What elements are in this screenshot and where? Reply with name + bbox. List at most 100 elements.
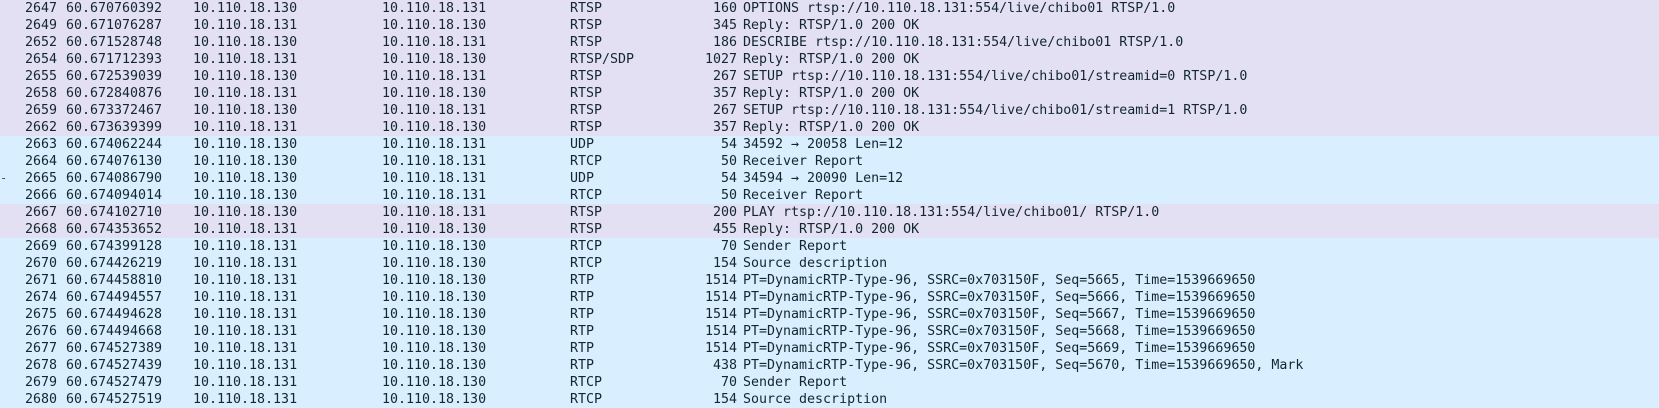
packet-destination: 10.110.18.131	[382, 103, 487, 118]
packet-info: PT=DynamicRTP-Type-96, SSRC=0x703150F, S…	[743, 341, 1256, 356]
packet-time: 60.671528748	[66, 35, 163, 50]
packet-row[interactable]: 2670 60.674426219 10.110.18.131 10.110.18.1…	[0, 255, 1659, 272]
packet-row[interactable]: 2678 60.674527439 10.110.18.131 10.110.18.1…	[0, 357, 1659, 374]
packet-time: 60.674494557	[66, 290, 163, 305]
packet-destination: 10.110.18.130	[382, 222, 487, 237]
packet-info: 34594 → 20090 Len=12	[743, 171, 904, 186]
packet-number: 2678	[24, 358, 57, 373]
packet-number: 2665	[24, 171, 57, 186]
packet-info: PT=DynamicRTP-Type-96, SSRC=0x703150F, S…	[743, 324, 1256, 339]
packet-length: 50	[720, 154, 737, 169]
packet-row[interactable]: 2680 60.674527519 10.110.18.131 10.110.18.1…	[0, 391, 1659, 408]
packet-row[interactable]: 2666 60.674094014 10.110.18.130 10.110.18.1…	[0, 187, 1659, 204]
packet-destination: 10.110.18.130	[382, 392, 487, 407]
packet-number: 2652	[24, 35, 57, 50]
packet-row[interactable]: 2659 60.673372467 10.110.18.130 10.110.18.1…	[0, 102, 1659, 119]
packet-number: 2666	[24, 188, 57, 203]
packet-info: PT=DynamicRTP-Type-96, SSRC=0x703150F, S…	[743, 307, 1256, 322]
packet-number: 2676	[24, 324, 57, 339]
packet-row[interactable]: 2654 60.671712393 10.110.18.131 10.110.18.1…	[0, 51, 1659, 68]
packet-length: 1514	[704, 273, 737, 288]
packet-row[interactable]: 2667 60.674102710 10.110.18.130 10.110.18.1…	[0, 204, 1659, 221]
packet-source: 10.110.18.130	[193, 69, 298, 84]
packet-row[interactable]: 2669 60.674399128 10.110.18.131 10.110.18.1…	[0, 238, 1659, 255]
packet-number: 2671	[24, 273, 57, 288]
packet-row[interactable]: 2668 60.674353652 10.110.18.131 10.110.18.1…	[0, 221, 1659, 238]
packet-source: 10.110.18.131	[193, 86, 298, 101]
packet-time: 60.672840876	[66, 86, 163, 101]
packet-length: 70	[720, 239, 737, 254]
packet-time: 60.674094014	[66, 188, 163, 203]
packet-time: 60.674494628	[66, 307, 163, 322]
packet-source: 10.110.18.131	[193, 375, 298, 390]
packet-time: 60.674527519	[66, 392, 163, 407]
packet-row[interactable]: 2671 60.674458810 10.110.18.131 10.110.18.1…	[0, 272, 1659, 289]
packet-row[interactable]: 2664 60.674076130 10.110.18.130 10.110.18.1…	[0, 153, 1659, 170]
packet-info: Reply: RTSP/1.0 200 OK	[743, 52, 920, 67]
packet-source: 10.110.18.130	[193, 188, 298, 203]
packet-length: 267	[712, 103, 737, 118]
packet-length: 357	[712, 86, 737, 101]
packet-number: 2679	[24, 375, 57, 390]
packet-length: 154	[712, 256, 737, 271]
packet-number: 2647	[24, 1, 57, 16]
packet-row[interactable]: 2655 60.672539039 10.110.18.130 10.110.18.1…	[0, 68, 1659, 85]
packet-row[interactable]: 2658 60.672840876 10.110.18.131 10.110.18.1…	[0, 85, 1659, 102]
packet-info: Source description	[743, 392, 888, 407]
packet-source: 10.110.18.131	[193, 273, 298, 288]
packet-destination: 10.110.18.130	[382, 256, 487, 271]
packet-destination: 10.110.18.131	[382, 137, 487, 152]
packet-destination: 10.110.18.130	[382, 341, 487, 356]
packet-number: 2654	[24, 52, 57, 67]
packet-row[interactable]: 2662 60.673639399 10.110.18.131 10.110.18.1…	[0, 119, 1659, 136]
packet-time: 60.674062244	[66, 137, 163, 152]
packet-length: 438	[712, 358, 737, 373]
packet-time: 60.674426219	[66, 256, 163, 271]
packet-row[interactable]: 2677 60.674527389 10.110.18.131 10.110.18.1…	[0, 340, 1659, 357]
packet-number: 2655	[24, 69, 57, 84]
packet-time: 60.674076130	[66, 154, 163, 169]
packet-time: 60.674527479	[66, 375, 163, 390]
packet-destination: 10.110.18.130	[382, 239, 487, 254]
packet-row[interactable]: 2652 60.671528748 10.110.18.130 10.110.18.1…	[0, 34, 1659, 51]
packet-length: 70	[720, 375, 737, 390]
packet-length: 54	[720, 171, 737, 186]
packet-length: 357	[712, 120, 737, 135]
packet-destination: 10.110.18.131	[382, 154, 487, 169]
packet-number: 2680	[24, 392, 57, 407]
packet-time: 60.673639399	[66, 120, 163, 135]
packet-length: 54	[720, 137, 737, 152]
packet-row[interactable]: 2647 60.670760392 10.110.18.130 10.110.18.1…	[0, 0, 1659, 17]
packet-row[interactable]: 2674 60.674494557 10.110.18.131 10.110.18.1…	[0, 289, 1659, 306]
packet-row[interactable]: 2675 60.674494628 10.110.18.131 10.110.18.1…	[0, 306, 1659, 323]
packet-source: 10.110.18.131	[193, 239, 298, 254]
packet-destination: 10.110.18.130	[382, 273, 487, 288]
packet-row[interactable]: 2649 60.671076287 10.110.18.131 10.110.18.1…	[0, 17, 1659, 34]
packet-number: 2668	[24, 222, 57, 237]
packet-number: 2659	[24, 103, 57, 118]
packet-row[interactable]: 2679 60.674527479 10.110.18.131 10.110.18.1…	[0, 374, 1659, 391]
packet-time: 60.674458810	[66, 273, 163, 288]
packet-length: 1027	[704, 52, 737, 67]
packet-destination: 10.110.18.130	[382, 358, 487, 373]
packet-row[interactable]: 2676 60.674494668 10.110.18.131 10.110.18.1…	[0, 323, 1659, 340]
packet-length: 186	[712, 35, 737, 50]
packet-row[interactable]: 2663 60.674062244 10.110.18.130 10.110.18.1…	[0, 136, 1659, 153]
packet-row[interactable]: -2665 60.674086790 10.110.18.130 10.110.18.…	[0, 170, 1659, 187]
packet-number: 2674	[24, 290, 57, 305]
packet-source: 10.110.18.131	[193, 256, 298, 271]
packet-number: 2663	[24, 137, 57, 152]
packet-length: 345	[712, 18, 737, 33]
packet-length: 1514	[704, 307, 737, 322]
packet-destination: 10.110.18.130	[382, 120, 487, 135]
packet-destination: 10.110.18.131	[382, 188, 487, 203]
packet-length: 267	[712, 69, 737, 84]
packet-number: 2667	[24, 205, 57, 220]
packet-destination: 10.110.18.130	[382, 375, 487, 390]
packet-source: 10.110.18.130	[193, 154, 298, 169]
packet-number: 2675	[24, 307, 57, 322]
packet-info: Receiver Report	[743, 154, 864, 169]
packet-length: 160	[712, 1, 737, 16]
packet-source: 10.110.18.131	[193, 120, 298, 135]
packet-destination: 10.110.18.131	[382, 1, 487, 16]
